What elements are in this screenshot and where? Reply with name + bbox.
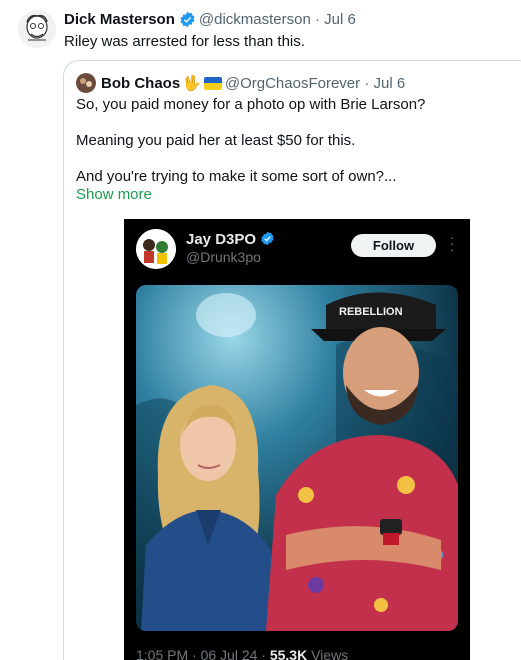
quoted-author-handle[interactable]: @OrgChaosForever — [225, 75, 360, 92]
more-dots-icon: · · · — [449, 229, 455, 257]
ukraine-flag-icon — [203, 76, 222, 90]
embedded-screenshot-image[interactable]: Jay D3PO @Drunk3po Follow · · · REBELLIO… — [124, 219, 470, 660]
hat-text: REBELLION — [339, 306, 403, 318]
author-name[interactable]: Dick Masterson — [64, 11, 175, 28]
tweet[interactable]: Dick Masterson @dickmasterson · Jul 6 Ri… — [0, 0, 521, 660]
author-avatar[interactable] — [18, 10, 56, 48]
author-handle[interactable]: @dickmasterson — [199, 11, 311, 28]
quoted-text-line: Meaning you paid her at least $50 for th… — [76, 132, 356, 149]
quoted-author-name[interactable]: Bob Chaos — [101, 75, 180, 92]
embedded-follow-button: Follow — [351, 234, 436, 257]
quoted-text-line: So, you paid money for a photo op with B… — [76, 96, 426, 113]
quoted-text-line: And you're trying to make it some sort o… — [76, 168, 397, 185]
embedded-timestamp: 1:05 PM · 06 Jul 24 · — [136, 647, 270, 660]
embedded-handle: @Drunk3po — [186, 249, 261, 265]
tweet-text: Riley was arrested for less than this. — [64, 33, 305, 50]
embedded-avatar — [136, 229, 176, 269]
verified-badge-icon — [179, 11, 196, 28]
embedded-name-row: Jay D3PO — [186, 231, 280, 248]
embedded-views-count: 55.3K — [269, 647, 308, 660]
tweet-date[interactable]: Jul 6 — [324, 11, 356, 28]
vulcan-salute-emoji: 🖖 — [182, 75, 201, 92]
embedded-name: Jay D3PO — [186, 231, 257, 248]
quoted-tweet-date[interactable]: Jul 6 — [373, 75, 405, 92]
embedded-footer: 1:05 PM · 06 Jul 24 · 55.3K Views — [136, 647, 348, 660]
quoted-author-avatar[interactable] — [76, 73, 96, 93]
tweet-header: Dick Masterson @dickmasterson · Jul 6 — [64, 11, 356, 28]
quoted-tweet[interactable]: Bob Chaos 🖖 @OrgChaosForever · Jul 6 So,… — [63, 60, 521, 660]
show-more-link[interactable]: Show more — [76, 186, 152, 203]
photo-op-picture: REBELLION — [136, 285, 458, 631]
quoted-tweet-body: So, you paid money for a photo op with B… — [76, 95, 516, 187]
embedded-views-label: Views — [307, 647, 349, 660]
quoted-tweet-header: Bob Chaos 🖖 @OrgChaosForever · Jul 6 — [76, 73, 405, 93]
verified-badge-icon — [260, 231, 277, 248]
